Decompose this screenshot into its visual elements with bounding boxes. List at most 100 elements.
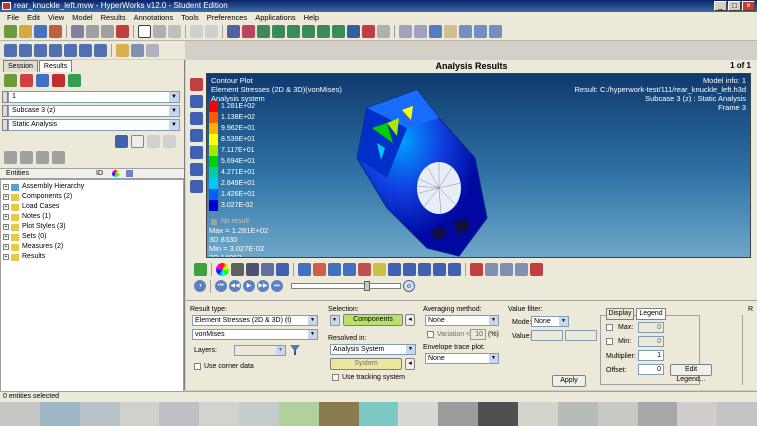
- tree-item[interactable]: + Plot Styles (3): [1, 222, 183, 232]
- contour-icon[interactable]: [36, 74, 49, 87]
- report-tool-icon[interactable]: [515, 262, 528, 276]
- query-icon[interactable]: [189, 112, 203, 125]
- filter-icon[interactable]: [36, 150, 49, 164]
- rotate-up-icon[interactable]: [287, 25, 300, 38]
- streamline-icon[interactable]: [358, 262, 371, 276]
- animation-slider[interactable]: [291, 281, 401, 291]
- menu-applications[interactable]: Applications: [251, 12, 299, 23]
- redo-icon[interactable]: [101, 25, 114, 38]
- spin-cw-icon[interactable]: [317, 25, 330, 38]
- hotspot-icon[interactable]: [189, 180, 203, 193]
- mode-select[interactable]: None ▼: [531, 316, 569, 327]
- expand-icon[interactable]: +: [3, 224, 9, 230]
- color-map-icon[interactable]: [216, 262, 229, 276]
- measure-tool-icon[interactable]: [373, 262, 386, 276]
- max-input[interactable]: 0: [638, 322, 664, 333]
- window-icon[interactable]: [94, 43, 107, 57]
- chart-icon[interactable]: [146, 43, 159, 57]
- section-cut-icon[interactable]: [328, 262, 341, 276]
- hide-icon[interactable]: [163, 135, 176, 148]
- pointer-icon[interactable]: [131, 135, 144, 148]
- copy-window-icon[interactable]: [190, 25, 203, 38]
- expand-window-icon[interactable]: [168, 25, 181, 38]
- play-icon[interactable]: ▶: [243, 280, 255, 292]
- animation-mode-icon[interactable]: ◑: [194, 280, 206, 292]
- graphics-viewport[interactable]: Contour Plot Element Stresses (2D & 3D)(…: [206, 73, 751, 258]
- window-icon[interactable]: [34, 43, 47, 57]
- page-select[interactable]: 1 ▼: [2, 91, 180, 103]
- first-frame-icon[interactable]: ⏮: [215, 280, 227, 292]
- menu-help[interactable]: Help: [300, 12, 323, 23]
- reset-icon[interactable]: [470, 262, 483, 276]
- min-checkbox[interactable]: [606, 338, 613, 345]
- tree-item[interactable]: + Assembly Hierarchy: [1, 182, 183, 192]
- export-icon[interactable]: [500, 262, 513, 276]
- collapse-all-icon[interactable]: [20, 150, 33, 164]
- spin-ccw-icon[interactable]: [332, 25, 345, 38]
- minimize-button[interactable]: _: [714, 1, 727, 11]
- tree-item[interactable]: + Components (2): [1, 192, 183, 202]
- deform-icon[interactable]: [52, 74, 65, 87]
- tab-legend[interactable]: Legend: [636, 308, 666, 320]
- tree-item[interactable]: + Sets (0): [1, 232, 183, 242]
- envelope-select[interactable]: None ▼: [425, 353, 499, 364]
- component-select[interactable]: vonMises ▼: [192, 329, 318, 340]
- analysis-select[interactable]: Static Analysis ▼: [2, 119, 180, 131]
- result-type-select[interactable]: Element Stresses (2D & 3D) (t) ▼: [192, 315, 318, 326]
- report-icon[interactable]: [116, 43, 129, 57]
- show-icon[interactable]: [147, 135, 160, 148]
- balloon-icon[interactable]: [485, 262, 498, 276]
- tree-item[interactable]: + Measures (2): [1, 242, 183, 252]
- move-icon[interactable]: [474, 25, 487, 38]
- rotate-icon[interactable]: [459, 25, 472, 38]
- zoom-icon[interactable]: [414, 25, 427, 38]
- window-icon[interactable]: [4, 43, 17, 57]
- table-icon[interactable]: [131, 43, 144, 57]
- section-icon[interactable]: [189, 146, 203, 159]
- window-icon[interactable]: [64, 43, 77, 57]
- previous-page-icon[interactable]: [242, 25, 255, 38]
- layers-select[interactable]: ▼: [234, 345, 286, 356]
- result-icon[interactable]: [20, 74, 33, 87]
- rotate-right-icon[interactable]: [272, 25, 285, 38]
- tensor-plot-icon[interactable]: [313, 262, 326, 276]
- expand-icon[interactable]: +: [3, 194, 9, 200]
- menu-preferences[interactable]: Preferences: [203, 12, 251, 23]
- subcase-select[interactable]: Subcase 3 (z) ▼: [2, 105, 180, 117]
- menu-model[interactable]: Model: [68, 12, 96, 23]
- components-button[interactable]: Components: [343, 314, 403, 326]
- slider-thumb[interactable]: [364, 281, 370, 291]
- view-axes-icon[interactable]: [347, 25, 360, 38]
- averaging-select[interactable]: None ▼: [425, 315, 499, 326]
- delete-icon[interactable]: [116, 25, 129, 38]
- zoom-in-icon[interactable]: [227, 25, 240, 38]
- step-back-icon[interactable]: ◀◀: [229, 280, 241, 292]
- animation-settings-icon[interactable]: ⚙: [403, 280, 415, 292]
- resolved-in-select[interactable]: Analysis System ▼: [330, 344, 416, 355]
- window-icon[interactable]: [49, 43, 62, 57]
- min-input[interactable]: 0: [638, 336, 664, 347]
- tracking-tool-icon[interactable]: [418, 262, 431, 276]
- maximize-button[interactable]: □: [728, 1, 741, 11]
- deformed-icon[interactable]: [276, 262, 289, 276]
- paste-window-icon[interactable]: [205, 25, 218, 38]
- tab-session[interactable]: Session: [3, 60, 38, 72]
- expand-icon[interactable]: +: [3, 204, 9, 210]
- notes-tool-icon[interactable]: [403, 262, 416, 276]
- spin-icon[interactable]: [489, 25, 502, 38]
- edit-legend-button[interactable]: Edit Legend...: [670, 364, 712, 383]
- import-icon[interactable]: [49, 25, 62, 38]
- mesh-icon[interactable]: [231, 262, 244, 276]
- tree-item[interactable]: + Results: [1, 252, 183, 262]
- note-icon[interactable]: [189, 78, 203, 91]
- undo-icon[interactable]: [86, 25, 99, 38]
- save-icon[interactable]: [34, 25, 47, 38]
- menu-edit[interactable]: Edit: [23, 12, 44, 23]
- contour-plot-icon[interactable]: [194, 262, 207, 276]
- page-layout-icon[interactable]: [138, 25, 151, 38]
- value-input-1[interactable]: [531, 330, 563, 341]
- menu-tools[interactable]: Tools: [177, 12, 203, 23]
- rotate-left-icon[interactable]: [257, 25, 270, 38]
- variation-input[interactable]: 10: [470, 329, 486, 340]
- expand-icon[interactable]: +: [3, 184, 9, 190]
